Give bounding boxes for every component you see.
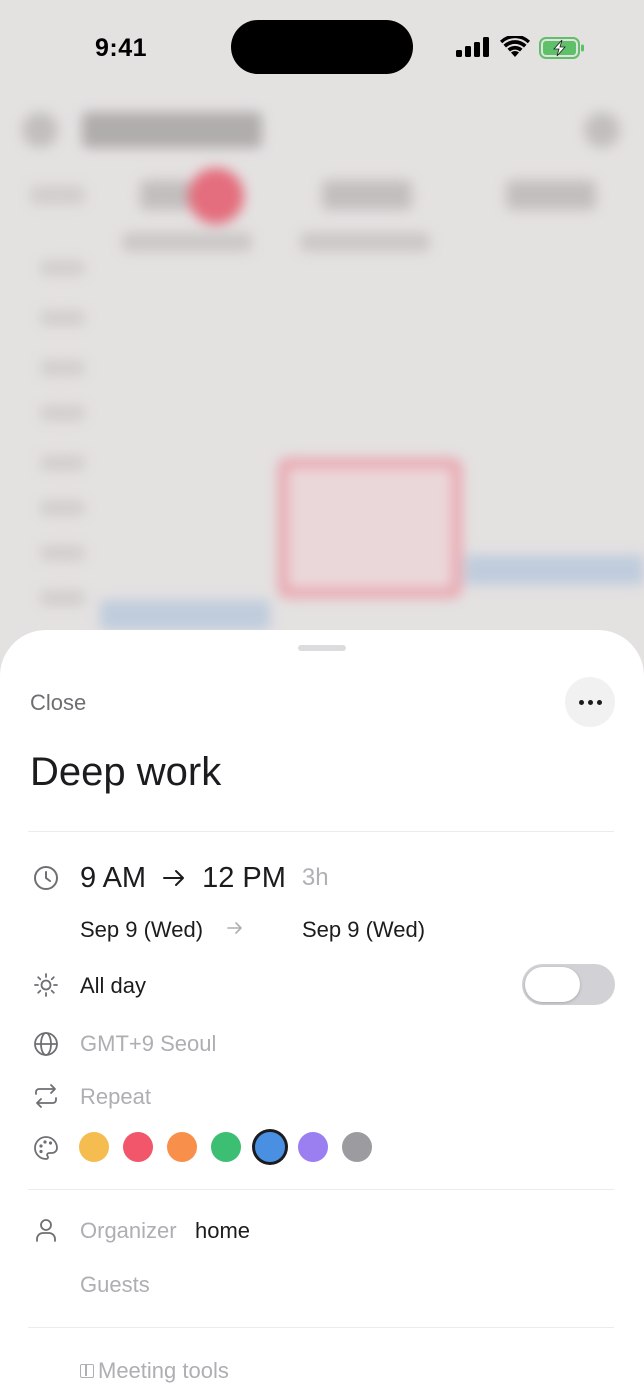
repeat-icon [32,1082,60,1110]
dynamic-island [231,20,413,74]
sheet-grabber[interactable] [298,645,346,651]
end-date[interactable]: Sep 9 (Wed) [302,917,425,943]
divider [28,1327,614,1328]
globe-icon [32,1030,60,1058]
divider [28,1189,614,1190]
more-options-button[interactable] [565,677,615,727]
meeting-tools-row[interactable]: Meeting tools [80,1358,229,1384]
color-swatch-orange[interactable] [167,1132,197,1162]
background-calendar [0,0,644,700]
time-range: 9 AM 12 PM 3h [80,860,329,896]
divider [28,831,614,832]
organizer-value: home [195,1218,251,1243]
event-title[interactable]: Deep work [30,750,221,795]
person-icon [32,1216,60,1244]
timezone-field[interactable]: GMT+9 Seoul [80,1031,216,1057]
end-time[interactable]: 12 PM [202,862,286,895]
toggle-knob [525,967,580,1002]
date-arrow-icon [226,919,244,937]
meeting-tools-icon [80,1364,94,1378]
more-icon [578,699,584,705]
organizer-label: Organizer [80,1218,177,1243]
color-swatch-blue[interactable] [255,1132,285,1162]
start-time[interactable]: 9 AM [80,862,146,895]
duration: 3h [301,864,329,891]
sun-icon [32,971,60,999]
meeting-tools-label: Meeting tools [98,1358,229,1383]
all-day-label: All day [80,973,147,998]
guests-field[interactable]: Guests [80,1272,150,1298]
color-swatch-yellow[interactable] [79,1132,109,1162]
color-swatch-green[interactable] [211,1132,241,1162]
event-detail-sheet: Close Deep work 9 AM 12 PM 3h Sep 9 (Wed… [0,630,644,1400]
status-bar: 9:41 [0,0,644,96]
cellular-signal-icon [456,37,490,57]
battery-charging-icon [539,37,585,59]
status-time: 9:41 [95,34,148,62]
color-swatch-red[interactable] [123,1132,153,1162]
palette-icon [32,1134,60,1162]
color-swatch-gray[interactable] [342,1132,372,1162]
arrow-right-icon [146,869,202,887]
close-button[interactable]: Close [30,690,86,716]
color-swatch-purple[interactable] [298,1132,328,1162]
start-date[interactable]: Sep 9 (Wed) [80,917,203,943]
wifi-icon [500,34,530,58]
clock-icon [32,864,60,892]
all-day-toggle[interactable] [522,964,615,1005]
repeat-field[interactable]: Repeat [80,1084,151,1110]
